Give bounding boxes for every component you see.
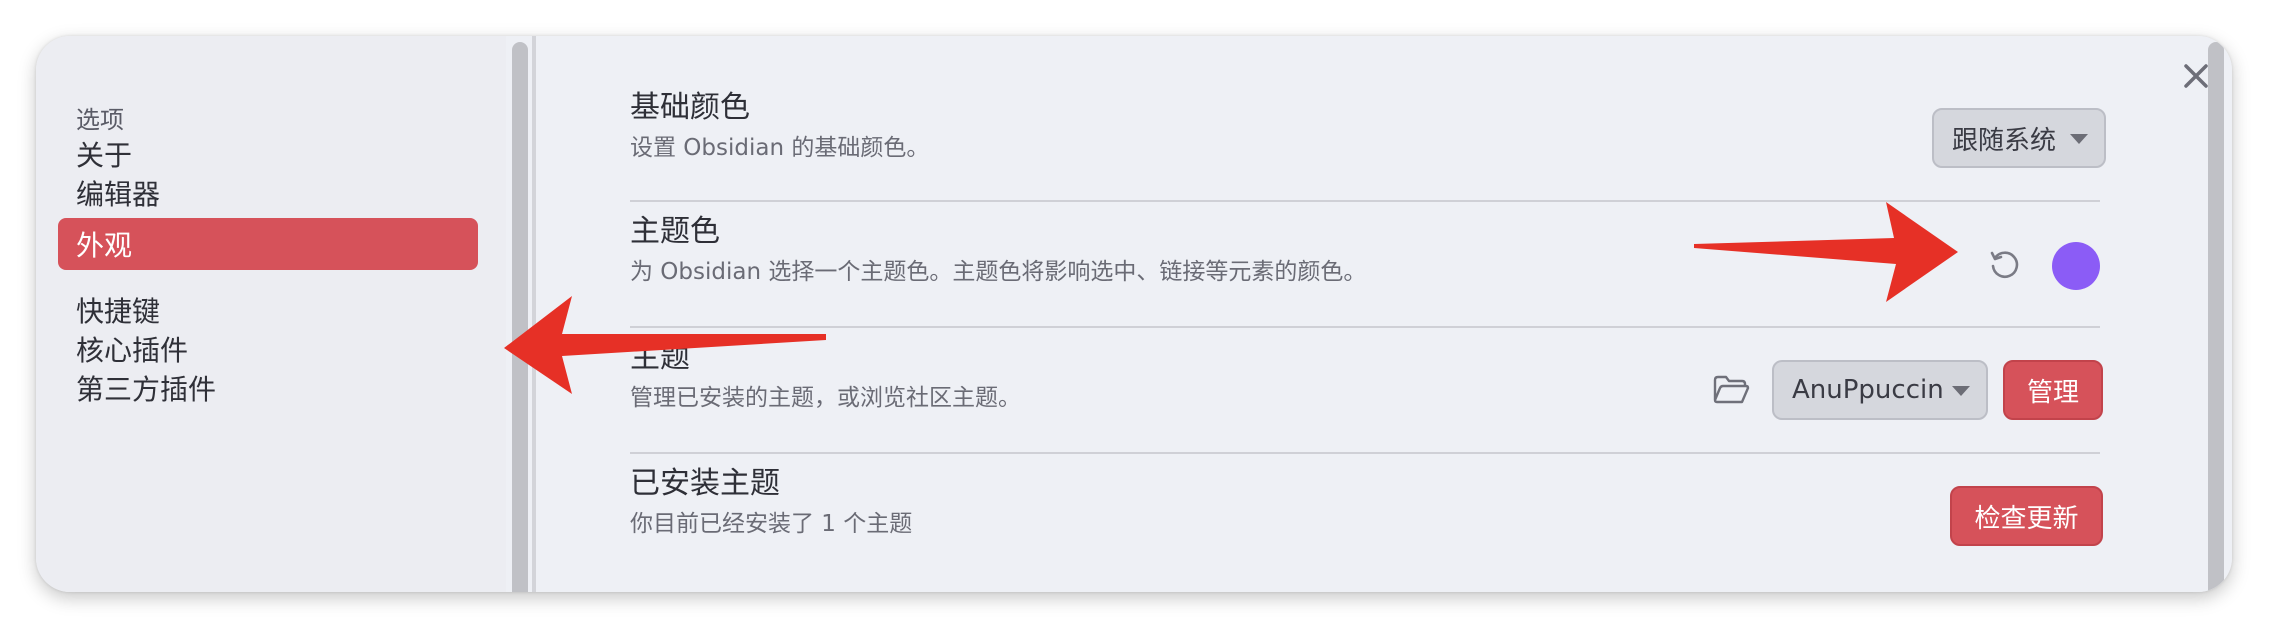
annotation-arrow-left (504, 296, 826, 394)
folder-icon[interactable] (1712, 372, 1750, 406)
sidebar-item-appearance[interactable]: 外观 (58, 218, 478, 270)
sidebar-item-community-plugins[interactable]: 第三方插件 (58, 362, 478, 414)
theme-dropdown[interactable]: AnuPpuccin (1772, 360, 1988, 420)
setting-name: 已安装主题 (630, 466, 780, 501)
content-scrollbar[interactable] (2208, 42, 2224, 592)
setting-description: 你目前已经安装了 1 个主题 (630, 511, 913, 537)
manage-themes-button[interactable]: 管理 (2003, 360, 2103, 420)
setting-base-color: 基础颜色 设置 Obsidian 的基础颜色。 (630, 76, 2100, 201)
annotation-arrow-right (1694, 202, 1958, 302)
setting-name: 主题色 (630, 214, 720, 249)
chevron-down-icon (1952, 386, 1970, 396)
reset-icon[interactable] (1986, 246, 2022, 282)
setting-description: 为 Obsidian 选择一个主题色。主题色将影响选中、链接等元素的颜色。 (630, 259, 1367, 285)
settings-window: 选项 关于 编辑器 文件与链接 外观 快捷键 核心插件 第三方插件 基础颜色 设… (36, 36, 2232, 592)
check-updates-button[interactable]: 检查更新 (1950, 486, 2103, 546)
accent-color-picker[interactable] (2052, 242, 2100, 290)
chevron-down-icon (2070, 134, 2088, 144)
setting-installed-themes: 已安装主题 你目前已经安装了 1 个主题 (630, 454, 2100, 579)
setting-name: 基础颜色 (630, 90, 750, 125)
setting-description: 设置 Obsidian 的基础颜色。 (630, 135, 930, 161)
settings-sidebar: 选项 关于 编辑器 文件与链接 外观 快捷键 核心插件 第三方插件 (36, 36, 506, 592)
dropdown-value: AnuPpuccin (1792, 375, 1944, 405)
base-color-dropdown[interactable]: 跟随系统 (1932, 108, 2106, 168)
dropdown-value: 跟随系统 (1952, 125, 2057, 156)
